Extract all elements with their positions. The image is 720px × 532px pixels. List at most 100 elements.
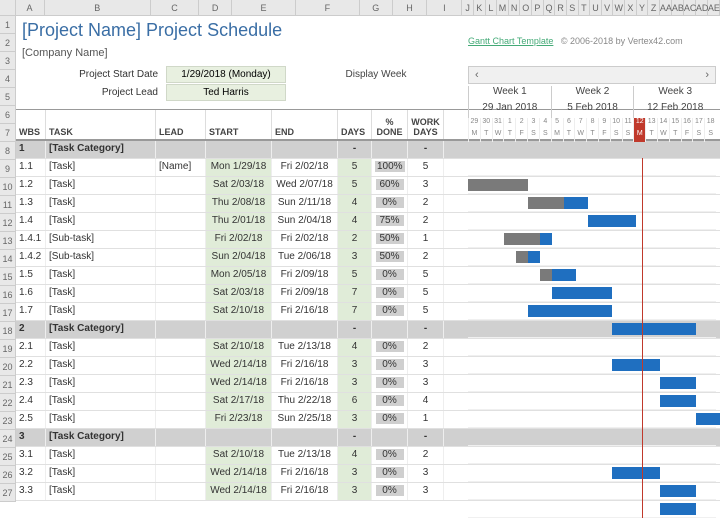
cell-task[interactable]: [Task Category]: [46, 141, 156, 158]
gantt-bar[interactable]: [540, 233, 552, 245]
cell-task[interactable]: [Task]: [46, 483, 156, 500]
cell-wdays[interactable]: 5: [408, 303, 444, 320]
cell-wdays[interactable]: 5: [408, 285, 444, 302]
cell-lead[interactable]: [156, 177, 206, 194]
project-lead-field[interactable]: Ted Harris: [166, 84, 286, 101]
cell-end[interactable]: Fri 2/09/18: [272, 267, 338, 284]
cell-end[interactable]: [272, 429, 338, 446]
cell-days[interactable]: -: [338, 321, 372, 338]
cell-end[interactable]: Sun 2/04/18: [272, 213, 338, 230]
cell-wbs[interactable]: 1: [16, 141, 46, 158]
hdr-done[interactable]: % DONE: [372, 110, 408, 139]
cell-lead[interactable]: [156, 141, 206, 158]
cell-wbs[interactable]: 1.1: [16, 159, 46, 176]
gantt-bar[interactable]: [564, 197, 588, 209]
cell-done[interactable]: 60%: [372, 177, 408, 194]
cell-start[interactable]: Thu 2/01/18: [206, 213, 272, 230]
cell-lead[interactable]: [156, 213, 206, 230]
cell-lead[interactable]: [156, 321, 206, 338]
cell-days[interactable]: 3: [338, 411, 372, 428]
cell-start[interactable]: Sun 2/04/18: [206, 249, 272, 266]
cell-task[interactable]: [Sub-task]: [46, 249, 156, 266]
cell-done[interactable]: 100%: [372, 159, 408, 176]
cell-start[interactable]: [206, 321, 272, 338]
cell-task[interactable]: [Task Category]: [46, 429, 156, 446]
cell-wbs[interactable]: 3.1: [16, 447, 46, 464]
cell-wdays[interactable]: 2: [408, 447, 444, 464]
cell-task[interactable]: [Task]: [46, 285, 156, 302]
cell-task[interactable]: [Task]: [46, 339, 156, 356]
cell-end[interactable]: Fri 2/16/18: [272, 357, 338, 374]
cell-end[interactable]: Tue 2/13/18: [272, 447, 338, 464]
gantt-bar[interactable]: [612, 467, 660, 479]
gantt-bar[interactable]: [660, 485, 696, 497]
cell-lead[interactable]: [156, 231, 206, 248]
cell-task[interactable]: [Task]: [46, 357, 156, 374]
cell-start[interactable]: Sat 2/03/18: [206, 177, 272, 194]
cell-end[interactable]: Fri 2/16/18: [272, 375, 338, 392]
cell-wdays[interactable]: 2: [408, 249, 444, 266]
cell-wdays[interactable]: 1: [408, 231, 444, 248]
cell-days[interactable]: 7: [338, 303, 372, 320]
gantt-bar[interactable]: [468, 179, 528, 191]
cell-wdays[interactable]: 3: [408, 465, 444, 482]
cell-wbs[interactable]: 1.5: [16, 267, 46, 284]
cell-wdays[interactable]: 2: [408, 195, 444, 212]
cell-start[interactable]: Mon 1/29/18: [206, 159, 272, 176]
cell-end[interactable]: Sun 2/25/18: [272, 411, 338, 428]
cell-start[interactable]: Sat 2/03/18: [206, 285, 272, 302]
cell-done[interactable]: 0%: [372, 267, 408, 284]
hdr-start[interactable]: START: [206, 110, 272, 139]
cell-end[interactable]: Fri 2/16/18: [272, 465, 338, 482]
cell-wdays[interactable]: -: [408, 141, 444, 158]
gantt-bar[interactable]: [552, 287, 612, 299]
cell-task[interactable]: [Task]: [46, 447, 156, 464]
cell-wbs[interactable]: 3.3: [16, 483, 46, 500]
cell-wdays[interactable]: 2: [408, 339, 444, 356]
cell-wbs[interactable]: 2.1: [16, 339, 46, 356]
cell-start[interactable]: Sat 2/10/18: [206, 447, 272, 464]
cell-start[interactable]: Thu 2/08/18: [206, 195, 272, 212]
cell-end[interactable]: Tue 2/13/18: [272, 339, 338, 356]
cell-wbs[interactable]: 1.7: [16, 303, 46, 320]
gantt-bar[interactable]: [552, 269, 576, 281]
cell-start[interactable]: Wed 2/14/18: [206, 483, 272, 500]
cell-wbs[interactable]: 2.3: [16, 375, 46, 392]
cell-lead[interactable]: [156, 465, 206, 482]
cell-lead[interactable]: [Name]: [156, 159, 206, 176]
cell-end[interactable]: Fri 2/16/18: [272, 483, 338, 500]
company-name[interactable]: [Company Name]: [16, 45, 720, 65]
cell-start[interactable]: Wed 2/14/18: [206, 465, 272, 482]
cell-done[interactable]: 75%: [372, 213, 408, 230]
cell-done[interactable]: [372, 321, 408, 338]
cell-task[interactable]: [Task]: [46, 375, 156, 392]
cell-done[interactable]: 0%: [372, 303, 408, 320]
prev-week-button[interactable]: ‹: [469, 69, 485, 81]
cell-days[interactable]: 6: [338, 393, 372, 410]
cell-lead[interactable]: [156, 339, 206, 356]
cell-wbs[interactable]: 1.4.2: [16, 249, 46, 266]
hdr-end[interactable]: END: [272, 110, 338, 139]
cell-days[interactable]: 4: [338, 339, 372, 356]
cell-done[interactable]: 0%: [372, 411, 408, 428]
cell-wdays[interactable]: 2: [408, 213, 444, 230]
cell-days[interactable]: 5: [338, 177, 372, 194]
cell-task[interactable]: [Task]: [46, 195, 156, 212]
start-date-field[interactable]: 1/29/2018 (Monday): [166, 66, 286, 83]
cell-task[interactable]: [Task]: [46, 303, 156, 320]
cell-start[interactable]: [206, 429, 272, 446]
gantt-bar[interactable]: [660, 395, 696, 407]
gantt-bar[interactable]: [660, 503, 696, 515]
cell-wbs[interactable]: 3.2: [16, 465, 46, 482]
cell-lead[interactable]: [156, 303, 206, 320]
cell-done[interactable]: 0%: [372, 339, 408, 356]
cell-days[interactable]: 3: [338, 375, 372, 392]
cell-end[interactable]: Fri 2/16/18: [272, 303, 338, 320]
cell-done[interactable]: 0%: [372, 195, 408, 212]
cell-days[interactable]: 3: [338, 483, 372, 500]
cell-wbs[interactable]: 1.2: [16, 177, 46, 194]
cell-start[interactable]: Sat 2/17/18: [206, 393, 272, 410]
cell-task[interactable]: [Task]: [46, 159, 156, 176]
cell-done[interactable]: 0%: [372, 465, 408, 482]
cell-days[interactable]: 3: [338, 249, 372, 266]
